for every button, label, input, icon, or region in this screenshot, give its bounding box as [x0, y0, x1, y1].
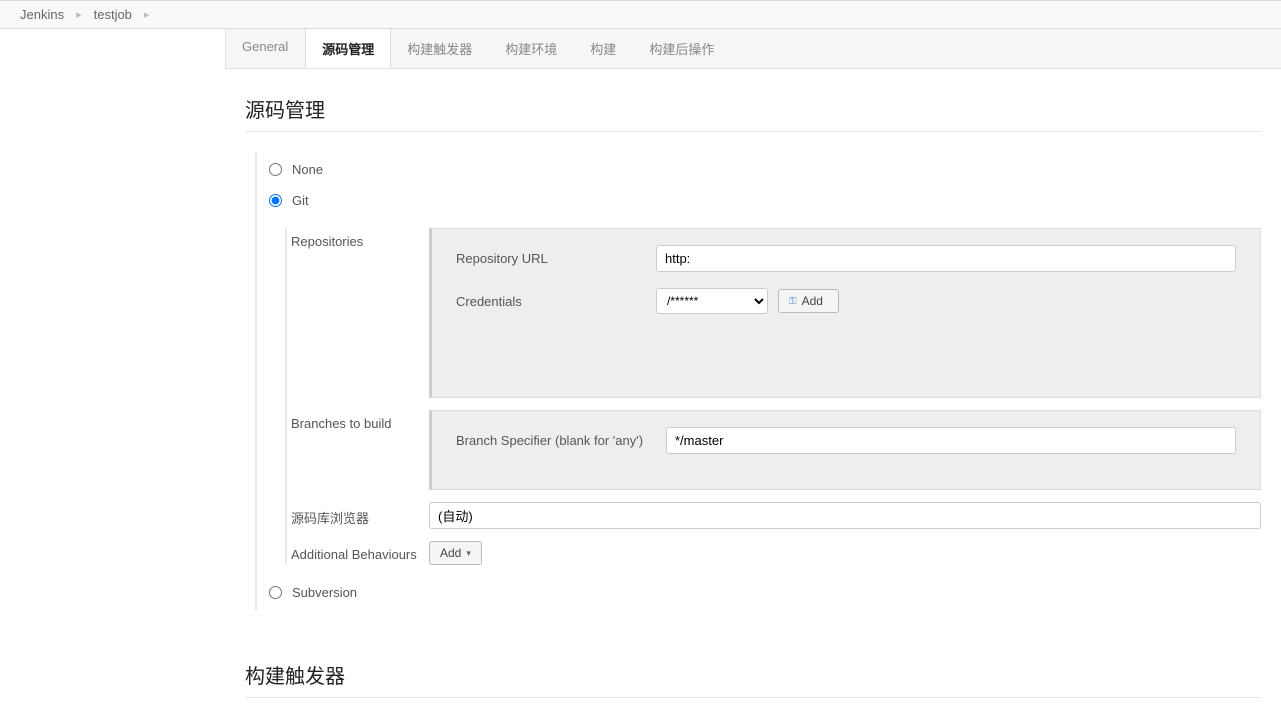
chevron-right-icon: ▸ [76, 8, 82, 21]
branch-specifier-input[interactable] [666, 427, 1236, 454]
repo-url-input[interactable] [656, 245, 1236, 272]
sidebar-spacer [0, 29, 225, 713]
radio-label-none: None [292, 162, 323, 177]
repositories-panel: Repository URL Credentials /****** [429, 228, 1261, 398]
tab-scm[interactable]: 源码管理 [305, 29, 391, 68]
radio-label-git: Git [292, 193, 309, 208]
key-icon: ⚿ [789, 296, 797, 307]
git-config-block: Repositories Repository URL Credentials [285, 228, 1261, 565]
scm-section-heading: 源码管理 [245, 94, 1261, 123]
add-credentials-button[interactable]: ⚿ Add [778, 289, 839, 313]
credentials-label: Credentials [456, 294, 656, 309]
tab-build[interactable]: 构建 [574, 29, 633, 68]
branch-specifier-label: Branch Specifier (blank for 'any') [456, 433, 666, 448]
add-behaviour-label: Add [440, 546, 461, 560]
branches-label: Branches to build [291, 410, 429, 431]
config-tabs: General 源码管理 构建触发器 构建环境 构建 构建后操作 [225, 29, 1281, 69]
repositories-label: Repositories [291, 228, 429, 249]
chevron-down-icon: ▾ [466, 548, 471, 559]
breadcrumb-item-testjob[interactable]: testjob [94, 7, 132, 22]
tab-post-build[interactable]: 构建后操作 [633, 29, 731, 68]
repo-browser-select[interactable] [429, 502, 1261, 529]
radio-scm-subversion[interactable] [269, 586, 282, 599]
tab-build-triggers[interactable]: 构建触发器 [391, 29, 489, 68]
branches-panel: Branch Specifier (blank for 'any') [429, 410, 1261, 490]
tab-general[interactable]: General [226, 29, 305, 68]
chevron-right-icon: ▸ [144, 8, 150, 21]
radio-scm-none[interactable] [269, 163, 282, 176]
radio-label-subversion: Subversion [292, 585, 357, 600]
add-behaviour-button[interactable]: Add ▾ [429, 541, 482, 565]
repo-browser-label: 源码库浏览器 [291, 502, 429, 527]
scm-options-block: None Git Repositories Repository URL [255, 152, 1261, 610]
breadcrumb: Jenkins ▸ testjob ▸ [0, 0, 1281, 29]
breadcrumb-item-jenkins[interactable]: Jenkins [20, 7, 64, 22]
credentials-select[interactable]: /****** [656, 288, 768, 314]
radio-scm-git[interactable] [269, 194, 282, 207]
additional-behaviours-label: Additional Behaviours [291, 541, 429, 562]
section-divider [245, 697, 1261, 698]
triggers-section-heading: 构建触发器 [245, 660, 1261, 689]
repo-url-label: Repository URL [456, 251, 656, 266]
tab-build-environment[interactable]: 构建环境 [489, 29, 574, 68]
section-divider [245, 131, 1261, 132]
add-button-label: Add [802, 294, 823, 308]
